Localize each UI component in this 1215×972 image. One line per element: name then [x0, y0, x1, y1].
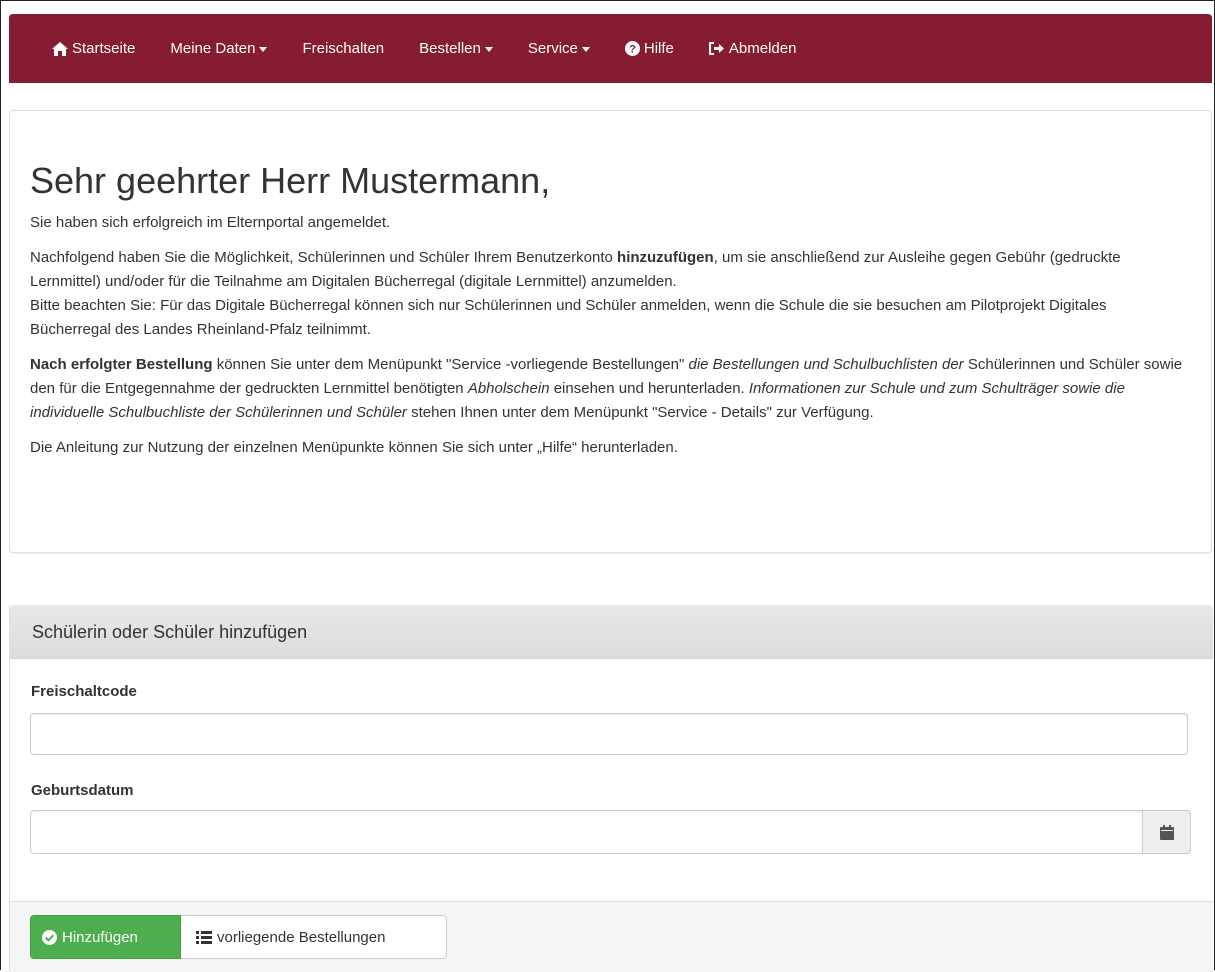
panel-title: Schülerin oder Schüler hinzufügen	[32, 622, 308, 642]
sign-out-icon	[708, 42, 724, 55]
add-student-panel: Schülerin oder Schüler hinzufügen Freisc…	[9, 605, 1213, 972]
orders-button[interactable]: vorliegende Bestellungen	[181, 915, 447, 959]
top-navbar: Startseite Meine Daten Freischalten Best…	[9, 14, 1212, 83]
nav-bestellen-label: Bestellen	[419, 40, 481, 57]
add-student-button-label: Hinzufügen	[62, 928, 138, 946]
nav-freischalten[interactable]: Freischalten	[302, 40, 384, 57]
check-circle-icon	[42, 929, 57, 945]
panel-footer: Hinzufügen vorliegende Bestellungen	[10, 901, 1213, 972]
bold-add-text: hinzuzufügen	[617, 249, 714, 266]
add-student-button[interactable]: Hinzufügen	[30, 915, 181, 959]
info-paragraph-orders: Nach erfolgter Bestellung können Sie unt…	[30, 356, 1183, 421]
nav-service-label: Service	[527, 40, 578, 57]
nav-freischalten-label: Freischalten	[302, 40, 385, 57]
calendar-icon	[1159, 824, 1174, 840]
panel-heading: Schülerin oder Schüler hinzufügen	[10, 605, 1213, 659]
nav-abmelden-label: Abmelden	[728, 40, 797, 57]
nav-abmelden[interactable]: Abmelden	[708, 40, 797, 57]
list-icon	[196, 930, 212, 944]
caret-down-icon	[581, 47, 590, 52]
page-title: Sehr geehrter Herr Mustermann,	[30, 160, 551, 201]
question-circle-icon: ?	[624, 41, 640, 56]
nav-hilfe-label: Hilfe	[643, 40, 674, 57]
nav-startseite-label: Startseite	[72, 40, 136, 57]
caret-down-icon	[484, 47, 493, 52]
calendar-button[interactable]	[1142, 810, 1191, 854]
caret-down-icon	[259, 47, 268, 52]
help-paragraph: Die Anleitung zur Nutzung der einzelnen …	[30, 439, 678, 456]
nav-bestellen[interactable]: Bestellen	[419, 40, 493, 57]
welcome-panel: Sehr geehrter Herr Mustermann, Sie haben…	[9, 110, 1212, 553]
geburtsdatum-input[interactable]	[30, 810, 1142, 854]
geburtsdatum-label: Geburtsdatum	[31, 782, 134, 799]
intro-text: Sie haben sich erfolgreich im Elternport…	[30, 214, 391, 231]
nav-meine-daten-label: Meine Daten	[170, 40, 256, 57]
freischaltcode-input[interactable]	[30, 713, 1188, 755]
orders-button-label: vorliegende Bestellungen	[217, 928, 386, 946]
svg-text:?: ?	[629, 44, 636, 56]
freischaltcode-label: Freischaltcode	[31, 683, 137, 700]
nav-hilfe[interactable]: ? Hilfe	[624, 40, 674, 57]
info-paragraph-add: Nachfolgend haben Sie die Möglichkeit, S…	[30, 249, 1121, 338]
nav-startseite[interactable]: Startseite	[52, 40, 135, 57]
geburtsdatum-input-group	[30, 810, 1191, 854]
home-icon	[52, 41, 68, 56]
nav-service[interactable]: Service	[528, 40, 590, 57]
nav-meine-daten[interactable]: Meine Daten	[170, 40, 268, 57]
